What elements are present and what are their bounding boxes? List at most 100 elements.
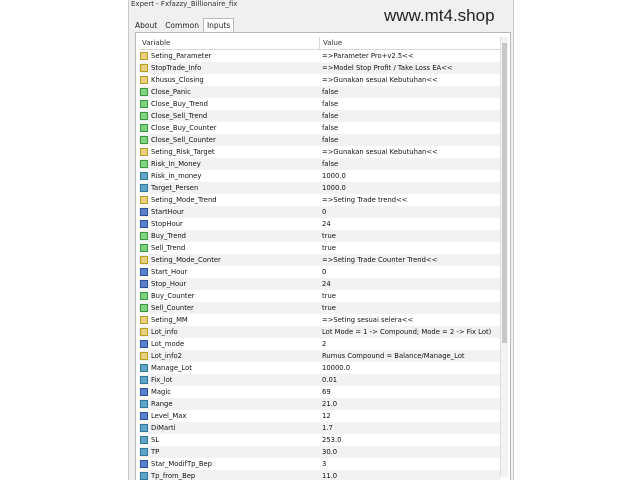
variable-cell: Close_Sell_Trend	[139, 110, 319, 122]
bool-param-icon	[140, 304, 148, 312]
bool-param-icon	[140, 244, 148, 252]
table-row[interactable]: Sell_Counter true	[139, 302, 500, 314]
table-row[interactable]: Magic 69	[139, 386, 500, 398]
value-cell[interactable]: false	[319, 86, 338, 98]
table-row[interactable]: Seting_MM =>Seting sesuai selera<<	[139, 314, 500, 326]
column-header-variable[interactable]: Variable	[139, 37, 320, 49]
value-cell[interactable]: 1.7	[319, 422, 333, 434]
value-cell[interactable]: =>Gunakan sesuai Kebutuhan<<	[319, 74, 438, 86]
variable-name: Seting_Parameter	[151, 52, 212, 60]
value-cell[interactable]: 11.0	[319, 470, 337, 480]
value-cell[interactable]: false	[319, 158, 338, 170]
table-row[interactable]: Range 21.0	[139, 398, 500, 410]
value-cell[interactable]: 10000.0	[319, 362, 350, 374]
table-row[interactable]: Start_Hour 0	[139, 266, 500, 278]
table-row[interactable]: SL 253.0	[139, 434, 500, 446]
variable-name: Range	[151, 400, 173, 408]
table-row[interactable]: Buy_Counter true	[139, 290, 500, 302]
tab-bar: About Common Inputs	[131, 17, 235, 33]
value-cell[interactable]: =>Gunakan sesuai Kebutuhan<<	[319, 146, 438, 158]
table-row[interactable]: Lot_info Lot Mode = 1 -> Compound; Mode =…	[139, 326, 500, 338]
variable-cell: Lot_mode	[139, 338, 319, 350]
inputs-panel: Variable Value Seting_Parameter =>Paramet…	[135, 32, 511, 480]
value-cell[interactable]: =>Seting Trade trend<<	[319, 194, 408, 206]
variable-cell: Seting_Parameter	[139, 50, 319, 62]
table-row[interactable]: Target_Persen 1000.0	[139, 182, 500, 194]
table-row[interactable]: Level_Max 12	[139, 410, 500, 422]
table-row[interactable]: Fix_lot 0.01	[139, 374, 500, 386]
variable-name: Seting_Risk_Target	[151, 148, 215, 156]
table-row[interactable]: Khusus_Closing =>Gunakan sesuai Kebutuhan…	[139, 74, 500, 86]
value-cell[interactable]: =>Parameter Pro+v2.5<<	[319, 50, 414, 62]
value-cell[interactable]: Rumus Compound = Balance/Manage_Lot	[319, 350, 465, 362]
table-row[interactable]: StopHour 24	[139, 218, 500, 230]
table-row[interactable]: Lot_info2 Rumus Compound = Balance/Manage…	[139, 350, 500, 362]
table-row[interactable]: TP 30.0	[139, 446, 500, 458]
table-row[interactable]: Stop_Hour 24	[139, 278, 500, 290]
table-row[interactable]: Seting_Mode_Trend =>Seting Trade trend<<	[139, 194, 500, 206]
value-cell[interactable]: false	[319, 110, 338, 122]
double-param-icon	[140, 364, 148, 372]
value-cell[interactable]: Lot Mode = 1 -> Compound; Mode = 2 -> Fi…	[319, 326, 491, 338]
value-cell[interactable]: 253.0	[319, 434, 341, 446]
value-cell[interactable]: 1000.0	[319, 182, 346, 194]
tab-inputs[interactable]: Inputs	[202, 18, 235, 33]
table-row[interactable]: Risk_In_Money false	[139, 158, 500, 170]
value-cell[interactable]: true	[319, 302, 336, 314]
table-row[interactable]: DiMarti 1.7	[139, 422, 500, 434]
value-cell[interactable]: =>Seting Trade Counter Trend<<	[319, 254, 437, 266]
table-row[interactable]: Risk_in_money 1000.0	[139, 170, 500, 182]
value-cell[interactable]: 0	[319, 266, 326, 278]
value-cell[interactable]: 21.0	[319, 398, 337, 410]
column-header-value[interactable]: Value	[320, 37, 342, 49]
table-row[interactable]: Manage_Lot 10000.0	[139, 362, 500, 374]
table-row[interactable]: Star_ModifTp_Bep 3	[139, 458, 500, 470]
value-cell[interactable]: 24	[319, 278, 331, 290]
table-row[interactable]: Seting_Mode_Conter =>Seting Trade Counter…	[139, 254, 500, 266]
value-cell[interactable]: true	[319, 242, 336, 254]
table-row[interactable]: Close_Buy_Counter false	[139, 122, 500, 134]
int-param-icon	[140, 220, 148, 228]
value-cell[interactable]: 2	[319, 338, 326, 350]
value-cell[interactable]: false	[319, 98, 338, 110]
value-cell[interactable]: true	[319, 230, 336, 242]
vertical-scrollbar[interactable]	[500, 37, 508, 477]
table-row[interactable]: Close_Buy_Trend false	[139, 98, 500, 110]
value-cell[interactable]: =>Model Stop Profit / Take Loss EA<<	[319, 62, 453, 74]
value-cell[interactable]: 0.01	[319, 374, 337, 386]
tab-common[interactable]: Common	[161, 19, 203, 32]
table-row[interactable]: Tp_from_Bep 11.0	[139, 470, 500, 480]
value-cell[interactable]: 12	[319, 410, 331, 422]
value-cell[interactable]: false	[319, 134, 338, 146]
table-row[interactable]: Seting_Parameter =>Parameter Pro+v2.5<<	[139, 50, 500, 62]
variable-name: Lot_info2	[151, 352, 182, 360]
value-cell[interactable]: 3	[319, 458, 326, 470]
variable-name: Buy_Trend	[151, 232, 186, 240]
table-row[interactable]: Close_Sell_Trend false	[139, 110, 500, 122]
value-cell[interactable]: 30.0	[319, 446, 337, 458]
int-param-icon	[140, 340, 148, 348]
table-row[interactable]: StartHour 0	[139, 206, 500, 218]
variable-name: Close_Buy_Counter	[151, 124, 217, 132]
table-row[interactable]: StopTrade_Info =>Model Stop Profit / Take…	[139, 62, 500, 74]
table-row[interactable]: Seting_Risk_Target =>Gunakan sesuai Kebut…	[139, 146, 500, 158]
table-row[interactable]: Lot_mode 2	[139, 338, 500, 350]
table-row[interactable]: Close_Sell_Counter false	[139, 134, 500, 146]
value-cell[interactable]: 69	[319, 386, 331, 398]
tab-about[interactable]: About	[131, 19, 161, 32]
variable-cell: Seting_Risk_Target	[139, 146, 319, 158]
variable-cell: Manage_Lot	[139, 362, 319, 374]
value-cell[interactable]: 24	[319, 218, 331, 230]
value-cell[interactable]: 1000.0	[319, 170, 346, 182]
value-cell[interactable]: false	[319, 122, 338, 134]
variable-cell: Lot_info2	[139, 350, 319, 362]
value-cell[interactable]: 0	[319, 206, 326, 218]
value-cell[interactable]: true	[319, 290, 336, 302]
value-cell[interactable]: =>Seting sesuai selera<<	[319, 314, 413, 326]
table-row[interactable]: Sell_Trend true	[139, 242, 500, 254]
table-row[interactable]: Buy_Trend true	[139, 230, 500, 242]
text-param-icon	[140, 256, 148, 264]
scrollbar-thumb[interactable]	[502, 43, 507, 343]
table-row[interactable]: Close_Panic false	[139, 86, 500, 98]
double-param-icon	[140, 448, 148, 456]
